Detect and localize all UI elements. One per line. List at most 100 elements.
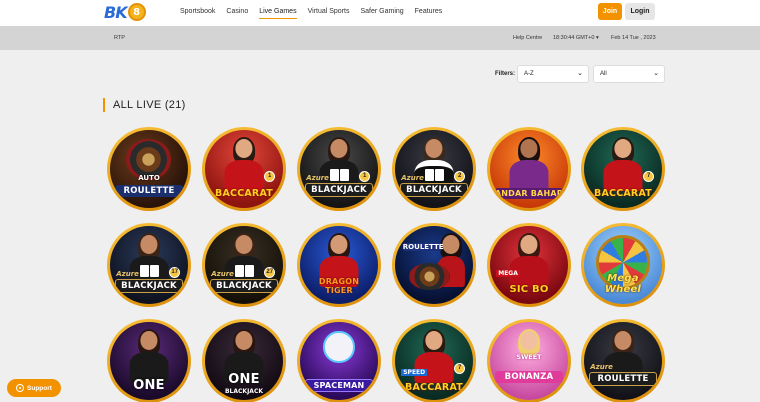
- game-thumbnail: 2 Azure BLACKJACK: [395, 130, 473, 208]
- roulette-wheel-icon: [409, 263, 450, 290]
- game-label: ROULETTE: [402, 243, 444, 252]
- game-label: SIC BO: [509, 284, 549, 296]
- sort-select[interactable]: A-Z ⌄: [517, 65, 589, 83]
- game-label: ONE: [228, 371, 260, 387]
- section-heading: ALL LIVE (21): [103, 98, 186, 112]
- help-centre-link[interactable]: Help Centre: [513, 35, 542, 41]
- game-label: BLACKJACK: [304, 183, 374, 198]
- game-label: BACCARAT: [215, 188, 273, 200]
- nav-live-games[interactable]: Live Games: [259, 0, 297, 24]
- game-sublabel: SPEED: [401, 368, 428, 376]
- support-button[interactable]: Support: [7, 379, 61, 397]
- game-thumbnail: MEGA SIC BO: [490, 226, 568, 304]
- join-button[interactable]: Join: [598, 3, 622, 20]
- section-accent-bar: [103, 98, 105, 112]
- game-label: ANDAR BAHAR: [494, 187, 564, 199]
- cards-icon: [329, 169, 349, 181]
- table-number-badge: 1: [359, 170, 371, 182]
- site-logo[interactable]: BK 8: [104, 1, 146, 23]
- game-sublabel: Azure: [590, 362, 613, 371]
- game-tile-mega-sic-bo[interactable]: MEGA SIC BO: [487, 223, 571, 307]
- clock-dropdown[interactable]: 18:30:44 GMT+0 ▾: [553, 35, 599, 41]
- logo-text: BK: [104, 2, 128, 22]
- nav-sportsbook[interactable]: Sportsbook: [180, 0, 215, 24]
- table-number-badge: 1: [264, 170, 276, 182]
- game-thumbnail: 17 Azure BLACKJACK: [110, 226, 188, 304]
- game-thumbnail: 1 Azure BLACKJACK: [300, 130, 378, 208]
- game-tile-roulette-blue[interactable]: ROULETTE: [392, 223, 476, 307]
- chevron-down-icon: ⌄: [653, 70, 659, 77]
- game-thumbnail: Azure ROULETTE: [584, 322, 662, 400]
- game-tile-sweet-bonanza[interactable]: SWEET BONANZA: [487, 319, 571, 402]
- top-header: BK 8 Sportsbook Casino Live Games Virtua…: [0, 0, 760, 26]
- game-tile-speed-baccarat[interactable]: 7 SPEED BACCARAT: [392, 319, 476, 402]
- category-select[interactable]: All ⌄: [593, 65, 665, 83]
- nav-virtual-sports[interactable]: Virtual Sports: [308, 0, 350, 24]
- game-label: BACCARAT: [594, 188, 652, 200]
- game-sublabel: Azure: [306, 173, 329, 182]
- nav-features[interactable]: Features: [415, 0, 443, 24]
- rtp-link[interactable]: RTP: [114, 35, 125, 41]
- game-thumbnail: ROULETTE: [395, 226, 473, 304]
- game-thumbnail: 27 Azure BLACKJACK: [205, 226, 283, 304]
- game-tile-spaceman[interactable]: SPACEMAN: [297, 319, 381, 402]
- game-tile-dragon-tiger[interactable]: DRAGON TIGER: [297, 223, 381, 307]
- game-label: BACCARAT: [405, 381, 463, 393]
- game-sublabel: Azure: [401, 173, 424, 182]
- game-thumbnail: ANDAR BAHAR: [490, 130, 568, 208]
- game-label: ROULETTE: [588, 371, 658, 386]
- info-bar: RTP Help Centre 18:30:44 GMT+0 ▾ Feb 14 …: [0, 26, 760, 50]
- login-button[interactable]: Login: [625, 3, 655, 20]
- table-number-badge: 17: [169, 266, 181, 278]
- game-label: ROULETTE: [114, 185, 184, 198]
- clock-text: 18:30:44 GMT+0: [553, 35, 595, 41]
- section-title: ALL LIVE (21): [113, 99, 186, 111]
- chevron-down-icon: ▾: [595, 35, 599, 41]
- logo-coin-icon: 8: [127, 3, 146, 21]
- category-select-value: All: [600, 71, 607, 77]
- game-tile-azure-blackjack-2[interactable]: 2 Azure BLACKJACK: [392, 127, 476, 211]
- game-thumbnail: SPACEMAN: [300, 322, 378, 400]
- cards-icon: [424, 169, 444, 181]
- game-sublabel: Azure: [211, 269, 234, 278]
- game-label: BONANZA: [494, 370, 564, 383]
- game-tile-mega-wheel[interactable]: Mega Wheel: [581, 223, 665, 307]
- main-nav: Sportsbook Casino Live Games Virtual Spo…: [180, 0, 453, 24]
- game-tile-baccarat-green[interactable]: 7 BACCARAT: [581, 127, 665, 211]
- game-label: BLACKJACK: [114, 279, 184, 294]
- game-label: DRAGON TIGER: [318, 277, 360, 296]
- game-thumbnail: ONE: [110, 322, 188, 400]
- game-sublabel: BLACKJACK: [224, 388, 264, 396]
- game-tile-ruby-one-blackjack[interactable]: ONE BLACKJACK: [202, 319, 286, 402]
- game-thumbnail: SWEET BONANZA: [490, 322, 568, 400]
- game-thumbnail: 1 BACCARAT: [205, 130, 283, 208]
- game-label: ONE: [133, 377, 165, 393]
- game-label: BLACKJACK: [399, 183, 469, 198]
- game-thumbnail: 7 SPEED BACCARAT: [395, 322, 473, 400]
- filters-label: Filters:: [495, 71, 516, 77]
- nav-casino[interactable]: Casino: [226, 0, 248, 24]
- game-tile-andar-bahar[interactable]: ANDAR BAHAR: [487, 127, 571, 211]
- game-label: Mega Wheel: [604, 273, 642, 296]
- game-sublabel: Azure: [116, 269, 139, 278]
- nav-safer-gaming[interactable]: Safer Gaming: [360, 0, 403, 24]
- date-text: Feb 14 Tue , 2023: [611, 35, 656, 41]
- game-tile-auto-roulette[interactable]: AUTO ROULETTE: [107, 127, 191, 211]
- game-thumbnail: ONE BLACKJACK: [205, 322, 283, 400]
- table-number-badge: 7: [643, 170, 655, 182]
- game-tile-azure-roulette[interactable]: Azure ROULETTE: [581, 319, 665, 402]
- game-tile-azure-blackjack-17[interactable]: 17 Azure BLACKJACK: [107, 223, 191, 307]
- cards-icon: [139, 265, 159, 277]
- table-number-badge: 2: [454, 170, 466, 182]
- chat-icon: [16, 384, 25, 392]
- game-tile-azure-blackjack-1[interactable]: 1 Azure BLACKJACK: [297, 127, 381, 211]
- game-thumbnail: AUTO ROULETTE: [110, 130, 188, 208]
- game-tile-one-blackjack[interactable]: ONE: [107, 319, 191, 402]
- game-tile-azure-blackjack-27[interactable]: 27 Azure BLACKJACK: [202, 223, 286, 307]
- game-thumbnail: 7 BACCARAT: [584, 130, 662, 208]
- game-label: BLACKJACK: [209, 279, 279, 294]
- game-tile-baccarat-red[interactable]: 1 BACCARAT: [202, 127, 286, 211]
- game-sublabel: MEGA: [496, 269, 520, 277]
- game-thumbnail: DRAGON TIGER: [300, 226, 378, 304]
- cards-icon: [234, 265, 254, 277]
